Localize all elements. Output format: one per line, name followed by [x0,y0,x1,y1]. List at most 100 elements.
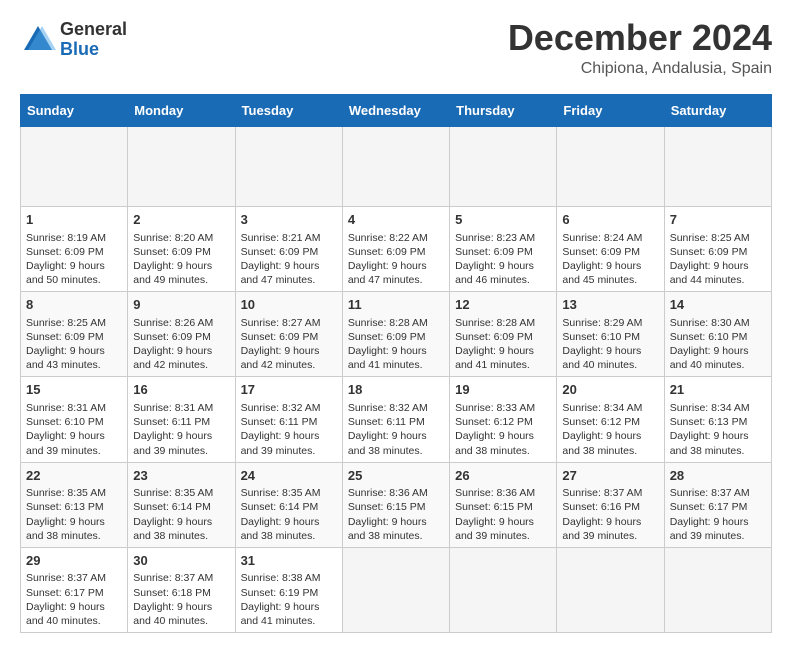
sunset-label: Sunset: 6:09 PM [133,246,211,258]
day-number: 11 [348,296,444,314]
daylight-label: Daylight: 9 hours and 40 minutes. [670,345,749,371]
day-number: 14 [670,296,766,314]
col-tuesday: Tuesday [235,95,342,127]
day-number: 19 [455,381,551,399]
logo-general: General [60,20,127,40]
day-number: 24 [241,467,337,485]
daylight-label: Daylight: 9 hours and 40 minutes. [26,601,105,627]
sunrise-label: Sunrise: 8:32 AM [241,402,321,414]
sunset-label: Sunset: 6:17 PM [26,587,104,599]
page-header: General Blue December 2024 Chipiona, And… [20,20,772,78]
day-number: 31 [241,552,337,570]
sunset-label: Sunset: 6:09 PM [670,246,748,258]
calendar-cell: 19 Sunrise: 8:33 AM Sunset: 6:12 PM Dayl… [450,377,557,462]
calendar-cell: 31 Sunrise: 8:38 AM Sunset: 6:19 PM Dayl… [235,547,342,632]
calendar-cell: 25 Sunrise: 8:36 AM Sunset: 6:15 PM Dayl… [342,462,449,547]
calendar-cell [557,127,664,207]
calendar-cell [664,547,771,632]
sunset-label: Sunset: 6:09 PM [241,246,319,258]
sunset-label: Sunset: 6:16 PM [562,501,640,513]
calendar-cell: 4 Sunrise: 8:22 AM Sunset: 6:09 PM Dayli… [342,207,449,292]
daylight-label: Daylight: 9 hours and 49 minutes. [133,260,212,286]
title-section: December 2024 Chipiona, Andalusia, Spain [508,20,772,78]
sunset-label: Sunset: 6:15 PM [348,501,426,513]
col-friday: Friday [557,95,664,127]
sunset-label: Sunset: 6:09 PM [26,331,104,343]
sunrise-label: Sunrise: 8:30 AM [670,317,750,329]
sunset-label: Sunset: 6:10 PM [562,331,640,343]
day-number: 2 [133,211,229,229]
calendar-cell: 2 Sunrise: 8:20 AM Sunset: 6:09 PM Dayli… [128,207,235,292]
col-monday: Monday [128,95,235,127]
calendar-table: Sunday Monday Tuesday Wednesday Thursday… [20,94,772,633]
sunset-label: Sunset: 6:11 PM [348,416,425,428]
sunrise-label: Sunrise: 8:38 AM [241,572,321,584]
daylight-label: Daylight: 9 hours and 41 minutes. [455,345,534,371]
sunrise-label: Sunrise: 8:34 AM [670,402,750,414]
daylight-label: Daylight: 9 hours and 47 minutes. [348,260,427,286]
calendar-cell: 20 Sunrise: 8:34 AM Sunset: 6:12 PM Dayl… [557,377,664,462]
calendar-cell: 30 Sunrise: 8:37 AM Sunset: 6:18 PM Dayl… [128,547,235,632]
daylight-label: Daylight: 9 hours and 50 minutes. [26,260,105,286]
sunset-label: Sunset: 6:13 PM [670,416,748,428]
col-thursday: Thursday [450,95,557,127]
day-number: 30 [133,552,229,570]
sunrise-label: Sunrise: 8:21 AM [241,232,321,244]
day-number: 4 [348,211,444,229]
day-number: 8 [26,296,122,314]
day-number: 28 [670,467,766,485]
day-number: 17 [241,381,337,399]
sunset-label: Sunset: 6:18 PM [133,587,211,599]
calendar-cell: 1 Sunrise: 8:19 AM Sunset: 6:09 PM Dayli… [21,207,128,292]
daylight-label: Daylight: 9 hours and 39 minutes. [455,516,534,542]
day-number: 22 [26,467,122,485]
day-number: 25 [348,467,444,485]
sunrise-label: Sunrise: 8:28 AM [348,317,428,329]
logo-blue: Blue [60,40,127,60]
sunset-label: Sunset: 6:10 PM [26,416,104,428]
sunset-label: Sunset: 6:09 PM [348,246,426,258]
day-number: 6 [562,211,658,229]
daylight-label: Daylight: 9 hours and 41 minutes. [241,601,320,627]
calendar-cell [235,127,342,207]
daylight-label: Daylight: 9 hours and 40 minutes. [562,345,641,371]
calendar-cell: 14 Sunrise: 8:30 AM Sunset: 6:10 PM Dayl… [664,292,771,377]
col-sunday: Sunday [21,95,128,127]
sunrise-label: Sunrise: 8:19 AM [26,232,106,244]
calendar-cell: 10 Sunrise: 8:27 AM Sunset: 6:09 PM Dayl… [235,292,342,377]
sunrise-label: Sunrise: 8:28 AM [455,317,535,329]
day-number: 21 [670,381,766,399]
sunrise-label: Sunrise: 8:31 AM [133,402,213,414]
sunrise-label: Sunrise: 8:23 AM [455,232,535,244]
daylight-label: Daylight: 9 hours and 38 minutes. [26,516,105,542]
day-number: 10 [241,296,337,314]
calendar-cell [128,127,235,207]
calendar-cell: 15 Sunrise: 8:31 AM Sunset: 6:10 PM Dayl… [21,377,128,462]
sunset-label: Sunset: 6:19 PM [241,587,319,599]
sunset-label: Sunset: 6:09 PM [133,331,211,343]
sunrise-label: Sunrise: 8:31 AM [26,402,106,414]
calendar-cell: 7 Sunrise: 8:25 AM Sunset: 6:09 PM Dayli… [664,207,771,292]
calendar-cell [664,127,771,207]
sunrise-label: Sunrise: 8:37 AM [26,572,106,584]
sunset-label: Sunset: 6:14 PM [133,501,211,513]
daylight-label: Daylight: 9 hours and 41 minutes. [348,345,427,371]
calendar-cell: 16 Sunrise: 8:31 AM Sunset: 6:11 PM Dayl… [128,377,235,462]
calendar-cell: 26 Sunrise: 8:36 AM Sunset: 6:15 PM Dayl… [450,462,557,547]
day-number: 1 [26,211,122,229]
calendar-cell: 21 Sunrise: 8:34 AM Sunset: 6:13 PM Dayl… [664,377,771,462]
calendar-cell: 5 Sunrise: 8:23 AM Sunset: 6:09 PM Dayli… [450,207,557,292]
day-number: 27 [562,467,658,485]
day-number: 7 [670,211,766,229]
calendar-week-row: 1 Sunrise: 8:19 AM Sunset: 6:09 PM Dayli… [21,207,772,292]
sunset-label: Sunset: 6:09 PM [455,331,533,343]
daylight-label: Daylight: 9 hours and 40 minutes. [133,601,212,627]
calendar-week-row: 15 Sunrise: 8:31 AM Sunset: 6:10 PM Dayl… [21,377,772,462]
location-title: Chipiona, Andalusia, Spain [508,60,772,78]
daylight-label: Daylight: 9 hours and 39 minutes. [26,430,105,456]
sunrise-label: Sunrise: 8:36 AM [348,487,428,499]
calendar-cell: 11 Sunrise: 8:28 AM Sunset: 6:09 PM Dayl… [342,292,449,377]
sunrise-label: Sunrise: 8:33 AM [455,402,535,414]
calendar-cell: 28 Sunrise: 8:37 AM Sunset: 6:17 PM Dayl… [664,462,771,547]
day-number: 23 [133,467,229,485]
